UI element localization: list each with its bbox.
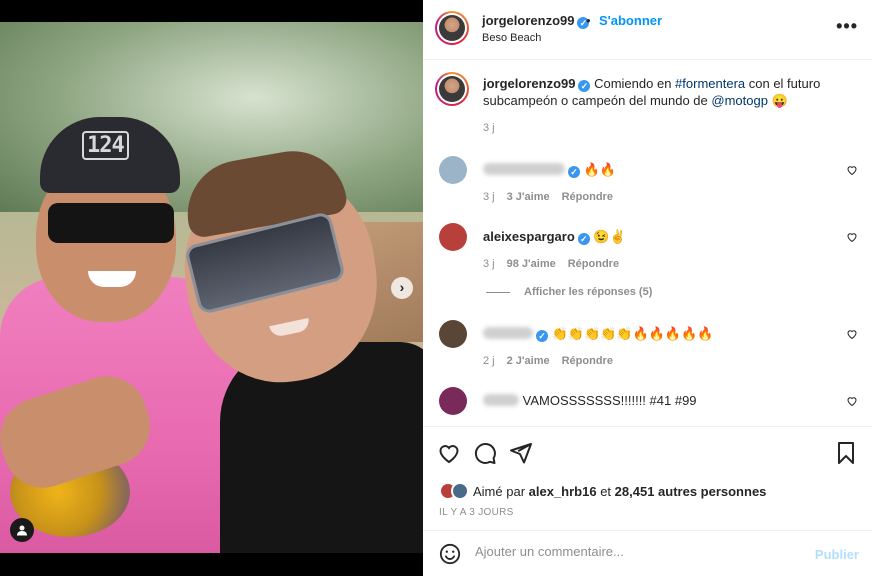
send-icon[interactable] xyxy=(509,441,533,465)
comment-item: ✓ 👏👏👏👏👏🔥🔥🔥🔥🔥 2 j 2 J'aime Répondre xyxy=(423,320,872,380)
user-tag-icon[interactable] xyxy=(10,518,34,542)
posted-time: IL Y A 3 JOURS xyxy=(439,507,514,518)
post-actions: Aimé par alex_hrb16 et 28,451 autres per… xyxy=(423,426,872,530)
comment-username-blurred[interactable] xyxy=(483,327,533,339)
heart-icon[interactable] xyxy=(846,328,858,340)
comment-meta: 3 j 3 J'aime Répondre xyxy=(483,191,613,203)
header-separator: • xyxy=(586,13,591,28)
hashtag-link[interactable]: #formentera xyxy=(675,76,745,91)
comment-likes[interactable]: 98 J'aime xyxy=(507,258,556,270)
caption-author-avatar[interactable] xyxy=(435,72,469,106)
comment-body: 👏👏👏👏👏🔥🔥🔥🔥🔥 xyxy=(551,326,714,341)
comment-likes[interactable]: 3 J'aime xyxy=(507,191,550,203)
verified-badge-icon: ✓ xyxy=(536,330,548,342)
heart-icon[interactable] xyxy=(846,231,858,243)
comment-body: VAMOSSSSSSS!!!!!!! #41 #99 xyxy=(522,393,697,408)
likes-prefix: Aimé par xyxy=(473,483,529,499)
comment-meta: 2 j 2 J'aime Répondre xyxy=(483,355,613,367)
caption-text: jorgelorenzo99 ✓ Comiendo en #formentera … xyxy=(483,75,833,109)
comment-likes[interactable]: 2 J'aime xyxy=(507,355,550,367)
chevron-right-icon[interactable]: › xyxy=(391,277,413,299)
comment-username-blurred[interactable] xyxy=(483,163,565,175)
comment-username[interactable]: aleixespargaro xyxy=(483,229,575,244)
post-side-panel: jorgelorenzo99 ✓ • S'abonner Beso Beach •… xyxy=(423,0,872,576)
likes-count[interactable]: 28,451 autres personnes xyxy=(615,484,767,499)
likes-summary: Aimé par alex_hrb16 et 28,451 autres per… xyxy=(439,482,766,500)
comment-avatar[interactable] xyxy=(439,320,467,348)
comment-item: ✓ 🔥🔥 3 j 3 J'aime Répondre xyxy=(423,156,872,216)
author-username[interactable]: jorgelorenzo99 ✓ xyxy=(482,13,590,29)
comment-icon[interactable] xyxy=(473,441,497,465)
caption-emoji: 😛 xyxy=(771,93,788,108)
sunglasses-left xyxy=(48,203,174,243)
comment-text: aleixespargaro ✓ 😉✌ xyxy=(483,229,626,245)
replies-divider xyxy=(486,291,510,293)
caption-username[interactable]: jorgelorenzo99 ✓ xyxy=(483,76,591,92)
photo-person-right xyxy=(172,142,423,553)
more-horizontal-icon[interactable]: ••• xyxy=(836,16,858,37)
verified-badge-icon: ✓ xyxy=(568,166,580,178)
comment-text: ✓ 🔥🔥 xyxy=(483,162,616,178)
mention-link[interactable]: @motogp xyxy=(711,93,768,108)
comment-body: 😉✌ xyxy=(593,229,626,244)
follow-button[interactable]: S'abonner xyxy=(599,13,662,28)
bookmark-icon[interactable] xyxy=(834,441,858,465)
caption-lead: Comiendo en xyxy=(594,76,676,91)
view-replies-button[interactable]: Afficher les réponses (5) xyxy=(486,286,652,298)
publish-comment-button[interactable]: Publier xyxy=(815,547,859,562)
comment-text: ✓ 👏👏👏👏👏🔥🔥🔥🔥🔥 xyxy=(483,326,714,342)
cap-logo: 124 xyxy=(82,131,129,160)
comment-body: 🔥🔥 xyxy=(583,162,616,177)
likes-conjunction: et xyxy=(596,483,615,499)
view-replies-label[interactable]: Afficher les réponses (5) xyxy=(524,286,652,298)
reply-button[interactable]: Répondre xyxy=(568,258,619,270)
reply-button[interactable]: Répondre xyxy=(562,191,613,203)
reply-button[interactable]: Répondre xyxy=(562,355,613,367)
post-location[interactable]: Beso Beach xyxy=(482,32,541,44)
author-avatar[interactable] xyxy=(435,11,469,45)
comment-text: VAMOSSSSSSS!!!!!!! #41 #99 xyxy=(483,393,697,408)
post-photo[interactable]: 124 xyxy=(0,22,423,553)
verified-badge-icon: ✓ xyxy=(578,80,591,92)
heart-icon[interactable] xyxy=(437,441,461,465)
smiley-icon[interactable] xyxy=(439,543,461,565)
comment-time: 2 j xyxy=(483,355,495,367)
comment-time: 3 j xyxy=(483,258,495,270)
instagram-post-modal: 124 › jorgelorenzo99 ✓ • S'abonner Beso B… xyxy=(0,0,872,576)
liker-avatar[interactable] xyxy=(451,482,469,500)
heart-icon[interactable] xyxy=(846,164,858,176)
likes-text: Aimé par alex_hrb16 et 28,451 autres per… xyxy=(473,484,766,499)
comment-avatar[interactable] xyxy=(439,223,467,251)
heart-icon[interactable] xyxy=(846,395,858,407)
liker-username[interactable]: alex_hrb16 xyxy=(529,484,597,499)
comment-avatar[interactable] xyxy=(439,156,467,184)
verified-badge-icon: ✓ xyxy=(577,233,590,245)
comment-input[interactable] xyxy=(475,544,795,559)
post-header: jorgelorenzo99 ✓ • S'abonner Beso Beach •… xyxy=(423,0,872,60)
comment-avatar[interactable] xyxy=(439,387,467,415)
comment-item: aleixespargaro ✓ 😉✌ 3 j 98 J'aime Répondr… xyxy=(423,223,872,283)
comment-username-blurred[interactable] xyxy=(483,394,519,406)
comment-time: 3 j xyxy=(483,191,495,203)
comment-meta: 3 j 98 J'aime Répondre xyxy=(483,258,619,270)
add-comment-bar: Publier xyxy=(423,530,872,576)
comment-item: VAMOSSSSSSS!!!!!!! #41 #99 xyxy=(423,387,872,426)
caption-time: 3 j xyxy=(483,122,495,134)
